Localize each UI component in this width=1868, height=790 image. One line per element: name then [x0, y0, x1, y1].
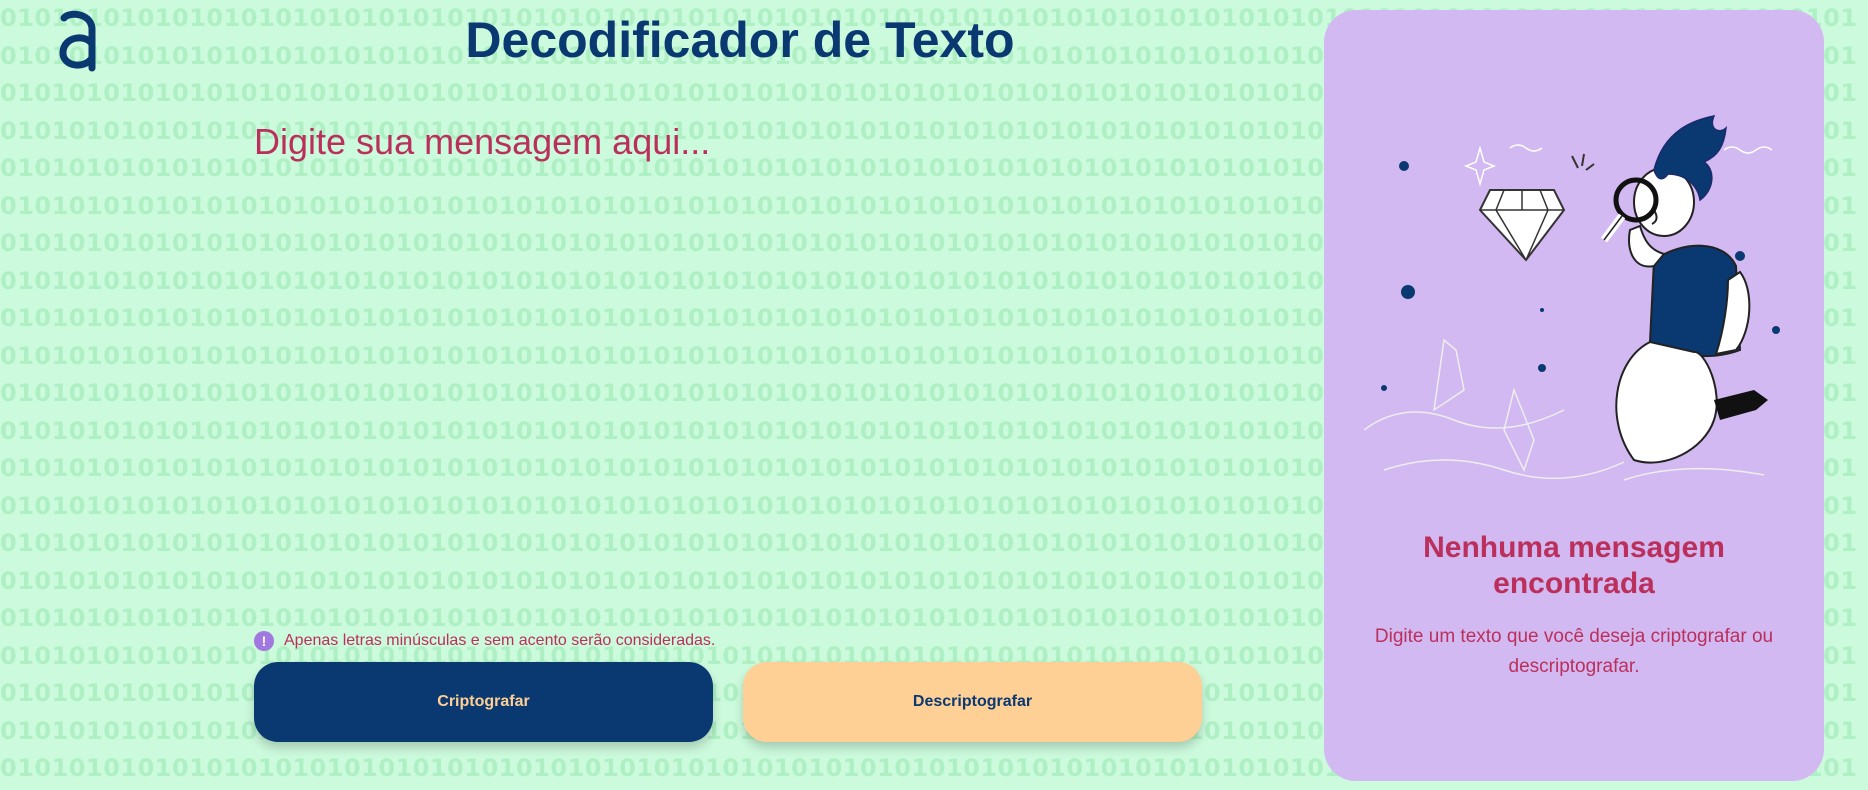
page-title: Decodificador de Texto: [465, 12, 1015, 68]
empty-state-message: Digite um texto que você deseja criptogr…: [1374, 626, 1774, 677]
person-with-magnifying-glass-illustration: [1363, 90, 1784, 490]
alura-logo-icon: [56, 10, 100, 72]
empty-state-title: Nenhuma mensagem encontrada: [1423, 531, 1725, 600]
encrypt-button[interactable]: Criptografar: [254, 662, 713, 742]
hint-text: Apenas letras minúsculas e sem acento se…: [284, 632, 716, 649]
exclamation-circle-icon: !: [254, 631, 274, 651]
input-hint: ! Apenas letras minúsculas e sem acento …: [254, 631, 715, 651]
output-panel: Nenhuma mensagem encontrada Digite um te…: [1324, 10, 1824, 781]
message-input[interactable]: [254, 115, 1154, 621]
decrypt-button[interactable]: Descriptografar: [743, 662, 1202, 742]
